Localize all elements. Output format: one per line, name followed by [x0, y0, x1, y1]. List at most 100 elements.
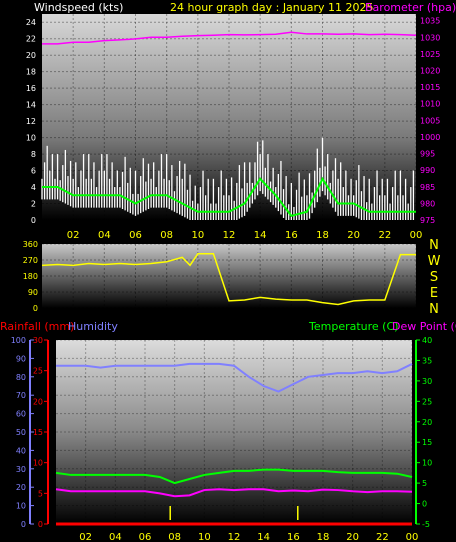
compass-letter: N	[429, 238, 439, 253]
weather-graph-canvas: 024681012141618202224 975980985990995100…	[0, 1, 456, 542]
x-tick-label: 14	[254, 230, 267, 241]
windspeed-tick-label: 12	[26, 117, 36, 126]
rainfall-axis-title: Rainfall (mm)	[0, 320, 74, 333]
rainfall-tick-label: 15	[33, 428, 43, 437]
windspeed-axis-title: Windspeed (kts)	[34, 1, 123, 14]
windspeed-tick-label: 6	[31, 167, 36, 176]
humidity-tick-label: 60	[16, 410, 26, 419]
windspeed-tick-label: 10	[26, 134, 36, 143]
humidity-tick-label: 50	[16, 428, 26, 437]
temperature-tick-label: 10	[422, 459, 432, 468]
x-tick-label: 10	[191, 230, 204, 241]
compass-letters: NWSEN	[428, 238, 441, 317]
barometer-tick-label: 975	[420, 216, 435, 225]
humidity-tick-label: 10	[16, 502, 26, 511]
temperature-tick-label: 35	[422, 356, 432, 365]
x-tick-label: 06	[139, 532, 152, 542]
x-tick-label: 16	[287, 532, 300, 542]
x-tick-label: 08	[168, 532, 181, 542]
x-tick-label: 04	[98, 230, 111, 241]
windspeed-tick-label: 8	[31, 150, 36, 159]
compass-letter: E	[430, 286, 438, 301]
x-tick-label: 10	[198, 532, 211, 542]
direction-tick-label: 360	[23, 240, 38, 249]
top-panel-bg	[42, 14, 416, 220]
direction-tick-label: 180	[23, 272, 38, 281]
barometer-tick-label: 1025	[420, 50, 440, 59]
temperature-tick-label: 40	[422, 336, 432, 345]
temperature-axis-title: Temperature (C)	[308, 320, 398, 333]
dewpoint-axis-title: Dew Point (C)	[392, 320, 456, 333]
rainfall-tick-label: 0	[38, 520, 43, 529]
humidity-axis-title: Humidity	[68, 320, 118, 333]
x-tick-label: 04	[109, 532, 122, 542]
windspeed-tick-label: 16	[26, 84, 36, 93]
direction-tick-label: 0	[33, 304, 38, 313]
windspeed-tick-label: 20	[26, 51, 36, 60]
barometer-tick-label: 1010	[420, 100, 440, 109]
x-tick-label: 00	[406, 532, 419, 542]
humidity-tick-label: 20	[16, 483, 26, 492]
windspeed-tick-label: 0	[31, 216, 36, 225]
compass-letter: W	[428, 254, 441, 269]
bottom-x-axis-ticks: 02 04 06 08 10 12 14 16 18 20 22 00	[79, 532, 418, 542]
temperature-tick-label: 20	[422, 418, 432, 427]
rainfall-tick-label: 25	[33, 367, 43, 376]
windspeed-axis-ticks: 024681012141618202224	[26, 18, 36, 225]
barometer-tick-label: 990	[420, 166, 435, 175]
x-tick-label: 02	[67, 230, 80, 241]
compass-letter: S	[430, 270, 438, 285]
x-tick-label: 12	[223, 230, 236, 241]
x-tick-label: 16	[285, 230, 298, 241]
direction-axis-ticks: 0 90 180 270 360	[23, 240, 38, 313]
temperature-tick-label: 30	[422, 377, 432, 386]
rainfall-tick-label: 5	[38, 489, 43, 498]
barometer-axis-ticks: 975 980 985 990 995 1000 1005 1010 1015 1020 1025 1…	[420, 17, 440, 225]
barometer-tick-label: 1000	[420, 133, 440, 142]
barometer-tick-label: 995	[420, 150, 435, 159]
compass-letter: N	[429, 302, 439, 317]
humidity-tick-label: 30	[16, 465, 26, 474]
windspeed-tick-label: 22	[26, 35, 36, 44]
rainfall-tick-label: 10	[33, 459, 43, 468]
x-tick-label: 02	[79, 532, 92, 542]
windspeed-tick-label: 14	[26, 101, 36, 110]
windspeed-tick-label: 18	[26, 68, 36, 77]
x-tick-label: 22	[376, 532, 389, 542]
windspeed-tick-label: 4	[31, 183, 36, 192]
temperature-tick-label: -5	[422, 520, 430, 529]
temperature-tick-label: 15	[422, 438, 432, 447]
temperature-tick-label: 0	[422, 500, 427, 509]
humidity-tick-label: 0	[21, 520, 26, 529]
x-tick-label: 06	[129, 230, 142, 241]
humidity-tick-label: 100	[11, 336, 26, 345]
direction-tick-label: 270	[23, 256, 38, 265]
humidity-tick-label: 70	[16, 391, 26, 400]
humidity-tick-label: 90	[16, 354, 26, 363]
rainfall-tick-label: 20	[33, 397, 43, 406]
humidity-tick-label: 40	[16, 446, 26, 455]
x-tick-label: 14	[257, 532, 270, 542]
chart-title: 24 hour graph day : January 11 2025	[170, 1, 374, 14]
barometer-tick-label: 985	[420, 183, 435, 192]
x-tick-label: 00	[410, 230, 423, 241]
barometer-tick-label: 980	[420, 199, 435, 208]
barometer-tick-label: 1020	[420, 66, 440, 75]
barometer-axis-title: Barometer (hpa)	[365, 1, 456, 14]
temperature-tick-label: 25	[422, 397, 432, 406]
x-tick-label: 22	[378, 230, 391, 241]
top-x-axis-ticks: 02 04 06 08 10 12 14 16 18 20 22 00	[67, 230, 423, 241]
windspeed-tick-label: 24	[26, 18, 36, 27]
direction-tick-label: 90	[28, 288, 38, 297]
x-tick-label: 18	[316, 230, 329, 241]
barometer-tick-label: 1035	[420, 17, 440, 26]
humidity-tick-label: 80	[16, 373, 26, 382]
x-tick-label: 08	[160, 230, 173, 241]
windspeed-tick-label: 2	[31, 200, 36, 209]
x-tick-label: 12	[228, 532, 241, 542]
x-tick-label: 20	[347, 230, 360, 241]
temperature-tick-label: 5	[422, 479, 427, 488]
x-tick-label: 18	[317, 532, 330, 542]
barometer-tick-label: 1015	[420, 83, 440, 92]
barometer-tick-label: 1005	[420, 116, 440, 125]
